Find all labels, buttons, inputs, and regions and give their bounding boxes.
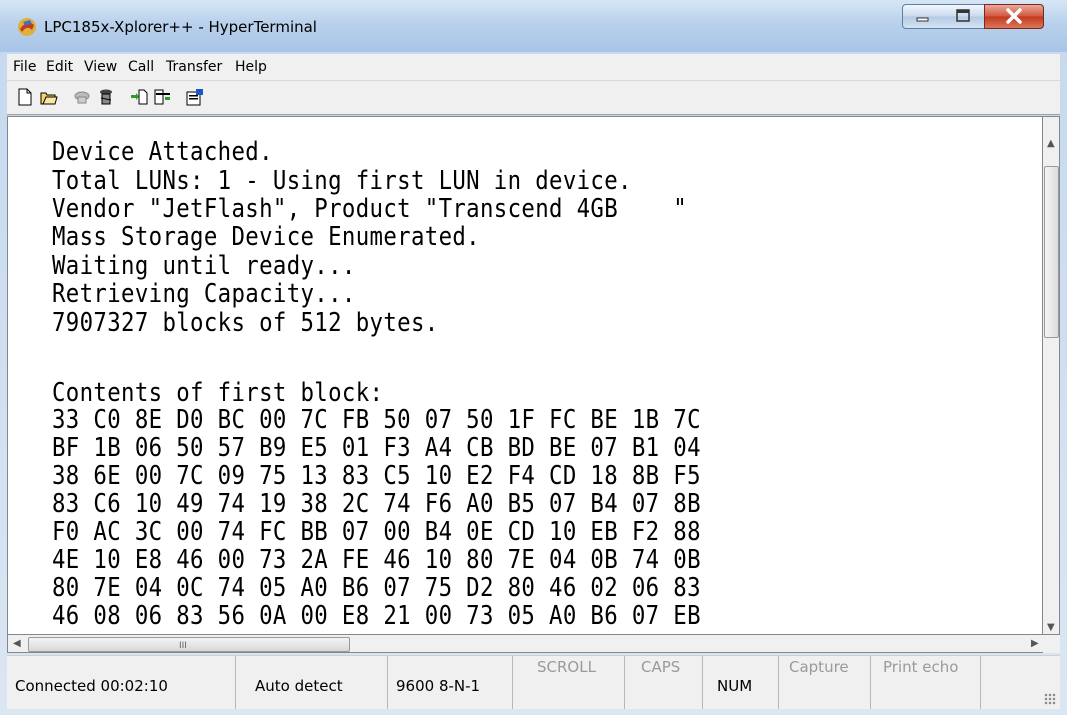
menu-edit[interactable]: Edit <box>46 59 73 75</box>
menu-bar: File Edit View Call Transfer Help <box>7 54 1060 81</box>
hex-row: 46 08 06 83 56 0A 00 E8 21 00 73 05 A0 B… <box>52 601 701 631</box>
window-title: LPC185x-Xplorer++ - HyperTerminal <box>44 18 317 36</box>
status-connected: Connected 00:02:10 <box>7 656 236 709</box>
terminal-line: Mass Storage Device Enumerated. <box>52 222 480 252</box>
scroll-left-icon[interactable]: ◀ <box>13 638 21 649</box>
menu-help[interactable]: Help <box>235 59 267 75</box>
hex-row: 33 C0 8E D0 BC 00 7C FB 50 07 50 1F FC B… <box>52 405 701 435</box>
menu-call[interactable]: Call <box>128 59 154 75</box>
menu-file[interactable]: File <box>13 59 36 75</box>
close-icon <box>1006 8 1022 24</box>
status-detect: Auto detect <box>247 656 388 709</box>
menu-view[interactable]: View <box>84 59 117 75</box>
maximize-icon <box>956 9 970 22</box>
hex-row: 80 7E 04 0C 74 05 A0 B6 07 75 D2 80 46 0… <box>52 573 701 603</box>
terminal-line: Retrieving Capacity... <box>52 279 356 309</box>
receive-icon[interactable] <box>154 88 172 106</box>
terminal-line: Contents of first block: <box>52 378 384 408</box>
hyperterminal-app-icon <box>18 18 36 36</box>
scroll-right-icon[interactable]: ▶ <box>1031 638 1039 649</box>
disconnect-icon[interactable] <box>97 88 115 106</box>
phone-icon[interactable] <box>73 88 91 106</box>
hex-row: 38 6E 00 7C 09 75 13 83 C5 10 E2 F4 CD 1… <box>52 461 701 491</box>
send-icon[interactable] <box>130 88 148 106</box>
scroll-up-icon[interactable]: ▲ <box>1047 138 1055 149</box>
terminal-output[interactable]: Device Attached. Total LUNs: 1 - Using f… <box>7 116 1043 635</box>
vertical-scroll-thumb[interactable] <box>1044 166 1059 338</box>
terminal-line: Total LUNs: 1 - Using first LUN in devic… <box>52 166 632 196</box>
terminal-line: Vendor "JetFlash", Product "Transcend 4G… <box>52 194 688 224</box>
terminal-line: Device Attached. <box>52 137 273 167</box>
scroll-down-icon[interactable]: ▼ <box>1047 622 1055 633</box>
close-button[interactable] <box>984 4 1044 29</box>
new-icon[interactable] <box>16 88 34 106</box>
status-scroll: SCROLL <box>513 656 625 709</box>
scrollbar-corner <box>1043 635 1060 653</box>
status-settings: 9600 8-N-1 <box>388 656 513 709</box>
open-icon[interactable] <box>40 88 58 106</box>
hex-row: BF 1B 06 50 57 B9 E5 01 F3 A4 CB BD BE 0… <box>52 433 701 463</box>
terminal-line: 7907327 blocks of 512 bytes. <box>52 308 439 338</box>
maximize-button[interactable] <box>943 4 985 29</box>
scroll-grip: III <box>179 641 187 651</box>
status-caps: CAPS <box>625 656 703 709</box>
minimize-button[interactable] <box>902 4 944 29</box>
menu-transfer[interactable]: Transfer <box>166 59 222 75</box>
hex-row: 83 C6 10 49 74 19 38 2C 74 F6 A0 B5 07 B… <box>52 489 701 519</box>
terminal-line: Waiting until ready... <box>52 251 356 281</box>
status-num: NUM <box>703 656 779 709</box>
status-print-echo: Print echo <box>871 656 981 709</box>
hex-row: F0 AC 3C 00 74 FC BB 07 00 B4 0E CD 10 E… <box>52 517 701 547</box>
horizontal-scroll-thumb[interactable] <box>28 637 350 652</box>
toolbar <box>7 81 1060 115</box>
resize-grip-icon[interactable] <box>1044 693 1056 705</box>
minimize-icon <box>916 17 929 22</box>
title-bar[interactable]: LPC185x-Xplorer++ - HyperTerminal <box>0 0 1067 52</box>
hex-row: 4E 10 E8 46 00 73 2A FE 46 10 80 7E 04 0… <box>52 545 701 575</box>
status-bar: Connected 00:02:10 Auto detect 9600 8-N-… <box>7 655 1060 709</box>
status-capture: Capture <box>779 656 871 709</box>
properties-icon[interactable] <box>186 88 204 106</box>
hyperterminal-window: LPC185x-Xplorer++ - HyperTerminal File E… <box>0 0 1067 715</box>
